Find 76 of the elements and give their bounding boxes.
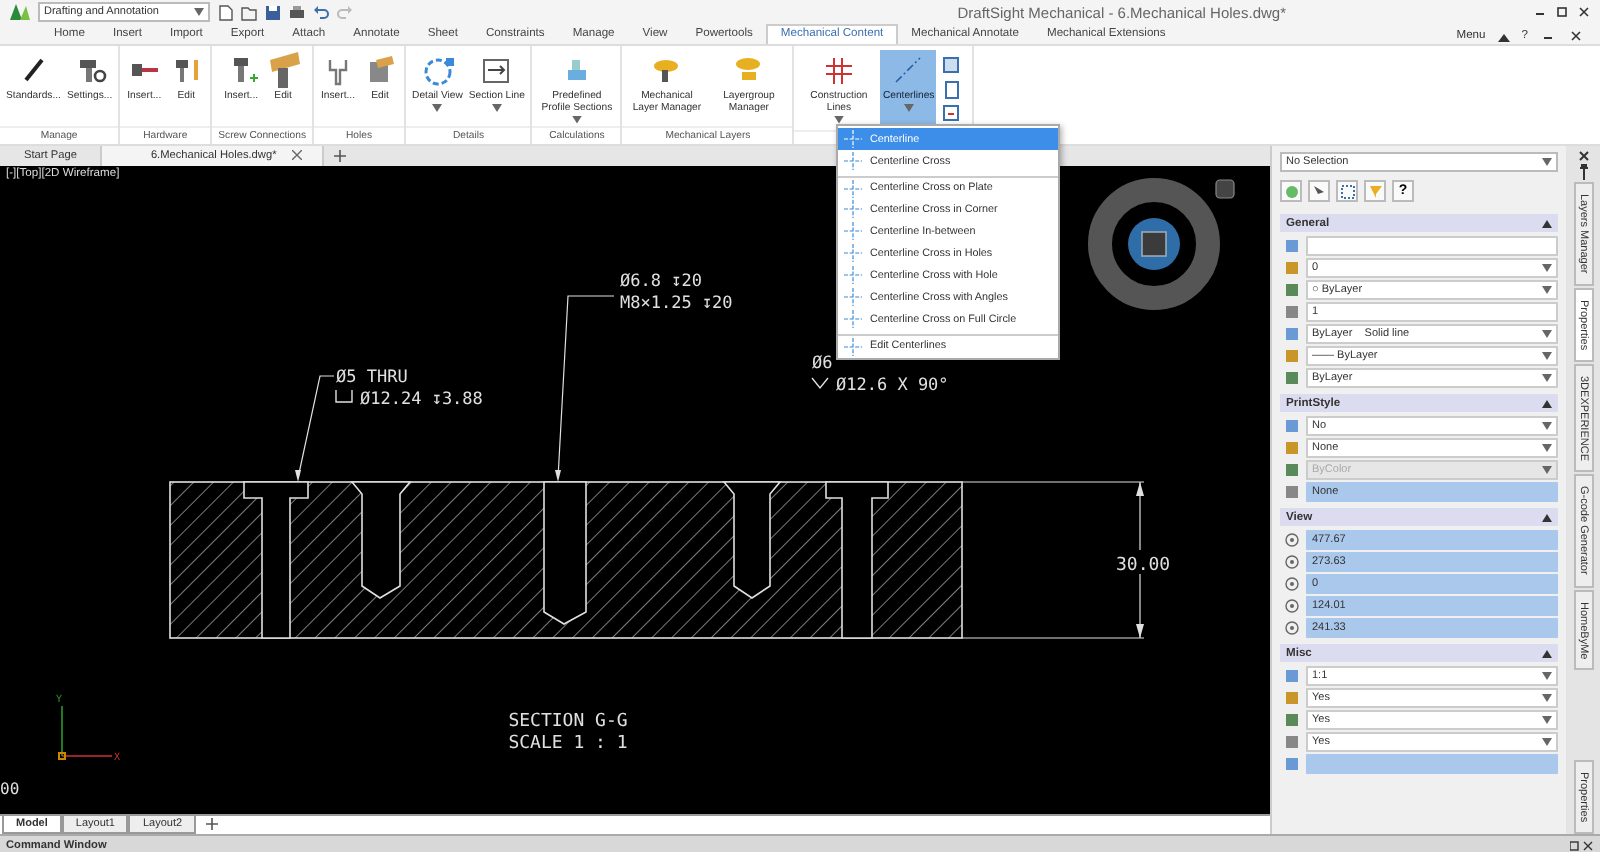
- caret-icon: [1542, 421, 1552, 429]
- caret-icon: [1542, 158, 1552, 166]
- close-icon[interactable]: [292, 150, 303, 161]
- close-icon[interactable]: [1568, 28, 1584, 44]
- dimension-text: 00: [0, 779, 20, 797]
- callout-text: Ø12.24 ↧3.88: [360, 389, 483, 409]
- window-controls-icon[interactable]: [1570, 840, 1594, 852]
- callout-text: Ø6: [812, 353, 833, 373]
- centerline-icon: [844, 310, 862, 328]
- centerline-icon: [844, 152, 862, 170]
- section-title: SECTION G-G: [508, 711, 628, 731]
- centerline-icon: [844, 200, 862, 218]
- caret-icon: [1542, 351, 1552, 359]
- centerline-icon: [844, 130, 862, 148]
- navigation-wheel-icon[interactable]: [1088, 177, 1235, 309]
- document-icon[interactable]: [942, 80, 965, 100]
- caret-icon: [833, 116, 844, 124]
- centerline-icon: [844, 244, 862, 262]
- add-tab-icon[interactable]: [334, 149, 347, 162]
- leader-line: [295, 374, 335, 481]
- caret-icon: [1542, 329, 1552, 337]
- select-icon: [1339, 183, 1355, 199]
- collapse-icon[interactable]: [1542, 399, 1552, 407]
- countersink-icon: [811, 376, 829, 389]
- counterbore-icon: [335, 388, 353, 402]
- centerline-icon: [890, 52, 927, 88]
- toolbar-button[interactable]: [1308, 180, 1330, 202]
- caret-icon: [1542, 715, 1552, 723]
- rectangle-icon[interactable]: [942, 56, 965, 76]
- property-field[interactable]: [1306, 753, 1558, 773]
- centerline-icon: [844, 179, 862, 197]
- folder-icon[interactable]: [240, 3, 258, 21]
- close-icon[interactable]: [1576, 4, 1592, 20]
- callout-text: Ø6.8 ↧20: [620, 271, 702, 291]
- callout-text: Ø5 THRU: [336, 367, 408, 387]
- centerline-icon: [844, 266, 862, 284]
- cursor-icon: [1311, 183, 1327, 199]
- caret-icon: [1542, 465, 1552, 473]
- undo-icon[interactable]: [312, 3, 330, 21]
- add-tab-icon[interactable]: [206, 818, 219, 831]
- caret-icon: [1542, 263, 1552, 271]
- callout-text: Ø12.6 X 90°: [836, 375, 949, 395]
- grid-lines-icon: [820, 52, 857, 88]
- caret-icon: [903, 104, 914, 113]
- centerline-icon: [844, 337, 862, 355]
- caret-icon: [1542, 285, 1552, 293]
- caret-icon: [1542, 443, 1552, 451]
- pin-icon[interactable]: [1577, 164, 1589, 180]
- axis-drawing: [58, 704, 113, 759]
- close-icon[interactable]: [1577, 150, 1589, 162]
- restore-icon[interactable]: [1554, 4, 1570, 20]
- caret-icon: [491, 104, 502, 113]
- collapse-icon[interactable]: [1542, 219, 1552, 227]
- save-icon[interactable]: [264, 3, 282, 21]
- scale-text: SCALE 1 : 1: [508, 733, 628, 753]
- logo-icon: [8, 2, 32, 22]
- collapse-icon[interactable]: [1542, 513, 1552, 521]
- caret-icon: [571, 116, 582, 124]
- caret-icon: [432, 104, 443, 113]
- callout-text: M8×1.25 ↧20: [620, 293, 733, 313]
- centerline-icon: [844, 288, 862, 306]
- collapse-icon[interactable]: [1542, 649, 1552, 657]
- centerline-icon: [844, 222, 862, 240]
- caret-icon: [1542, 693, 1552, 701]
- caret-icon: [1542, 737, 1552, 745]
- caret-icon: [1542, 373, 1552, 381]
- property-field[interactable]: [1306, 235, 1558, 255]
- printer-icon[interactable]: [288, 3, 306, 21]
- caret-icon: [194, 8, 204, 16]
- caret-icon: [1542, 671, 1552, 679]
- screw-icon: [265, 52, 302, 88]
- document-icon[interactable]: [942, 104, 965, 124]
- filter-icon: [1367, 183, 1383, 199]
- dimension-text: 30.00: [1116, 555, 1171, 575]
- detail-view-icon: [419, 52, 456, 88]
- toolbar-button[interactable]: [1336, 180, 1358, 202]
